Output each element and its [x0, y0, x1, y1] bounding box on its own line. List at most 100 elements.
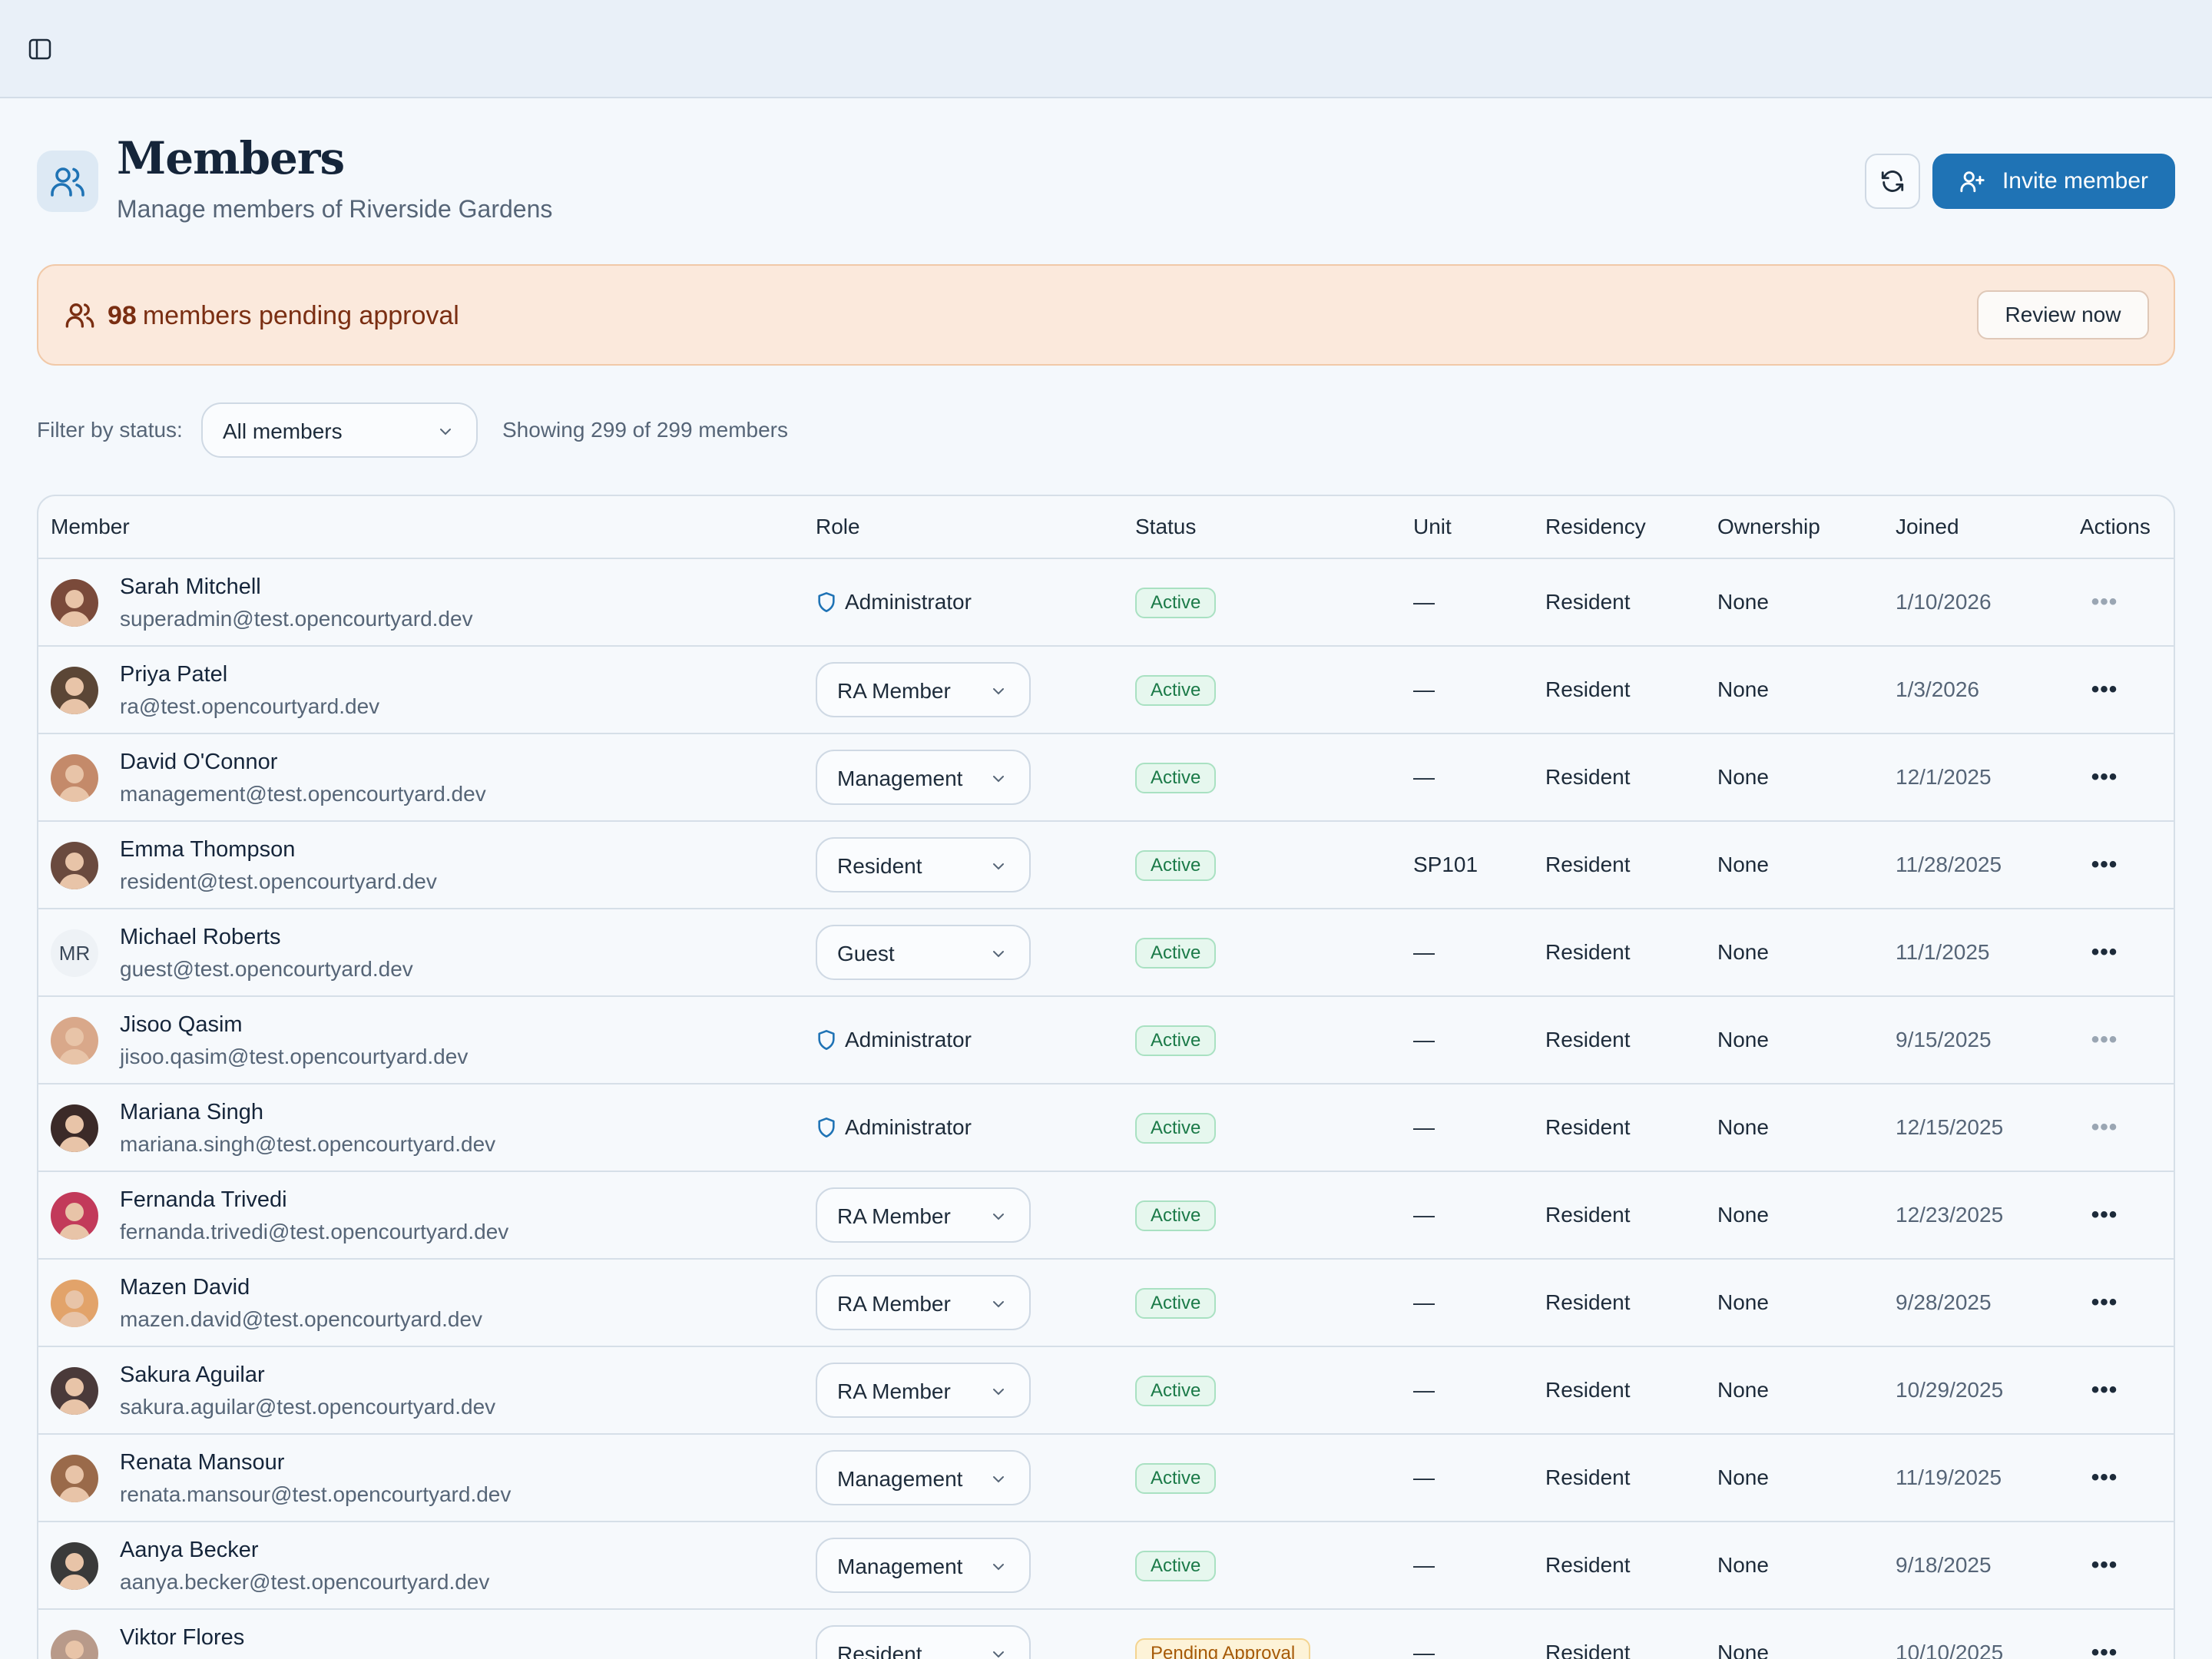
member-email: sakura.aguilar@test.opencourtyard.dev	[120, 1395, 496, 1419]
ownership-cell: None	[1717, 1203, 1769, 1227]
more-horizontal-icon[interactable]: •••	[2089, 1375, 2120, 1406]
status-badge: Active	[1135, 1376, 1217, 1406]
more-horizontal-icon[interactable]: •••	[2089, 1200, 2120, 1230]
status-badge: Active	[1135, 1463, 1217, 1494]
member-name: Renata Mansour	[120, 1450, 285, 1475]
member-name: Mariana Singh	[120, 1100, 263, 1124]
invite-member-button[interactable]: Invite member	[1932, 154, 2175, 209]
more-horizontal-icon[interactable]: •••	[2089, 587, 2120, 618]
chevron-down-icon	[993, 1214, 1004, 1220]
chevron-down-icon	[993, 688, 1004, 695]
role-select[interactable]: RA Member	[816, 1363, 1031, 1418]
shield-icon	[818, 1030, 835, 1050]
shield-icon	[818, 592, 835, 612]
unit-cell: —	[1413, 1290, 1435, 1314]
refresh-icon	[1881, 171, 1904, 192]
review-now-button[interactable]: Review now	[1977, 290, 2149, 339]
role-value: RA Member	[837, 679, 951, 703]
more-horizontal-icon[interactable]: •••	[2089, 849, 2120, 880]
table-row: Sakura Aguilar sakura.aguilar@test.openco…	[38, 1347, 2174, 1435]
joined-cell: 9/18/2025	[1896, 1553, 1992, 1577]
member-name: David O'Connor	[120, 750, 278, 774]
status-badge: Active	[1135, 1551, 1217, 1581]
unit-cell: —	[1413, 1028, 1435, 1051]
ownership-cell: None	[1717, 677, 1769, 701]
table-row: Fernanda Trivedi fernanda.trivedi@test.op…	[38, 1172, 2174, 1260]
member-email: mazen.david@test.opencourtyard.dev	[120, 1307, 483, 1331]
table-row: Sarah Mitchell superadmin@test.opencourty…	[38, 559, 2174, 647]
role-select[interactable]: Management	[816, 1450, 1031, 1505]
member-name: Sarah Mitchell	[120, 575, 261, 599]
member-email: mariana.singh@test.opencourtyard.dev	[120, 1132, 496, 1156]
role-value: Management	[837, 767, 963, 790]
column-residency: Residency	[1545, 515, 1646, 538]
member-name: Sakura Aguilar	[120, 1363, 265, 1387]
member-email: jisoo.qasim@test.opencourtyard.dev	[120, 1045, 469, 1068]
member-email: aanya.becker@test.opencourtyard.dev	[120, 1570, 490, 1594]
joined-cell: 10/29/2025	[1896, 1378, 2004, 1402]
more-horizontal-icon[interactable]: •••	[2089, 1462, 2120, 1493]
role-select[interactable]: RA Member	[816, 1275, 1031, 1330]
more-horizontal-icon[interactable]: •••	[2089, 1025, 2120, 1055]
status-filter-select[interactable]: All members	[201, 402, 478, 458]
avatar	[51, 579, 98, 627]
column-joined: Joined	[1896, 515, 1959, 538]
joined-cell: 12/23/2025	[1896, 1203, 2004, 1227]
page-title: Members	[117, 132, 345, 184]
unit-cell: —	[1413, 765, 1435, 789]
ownership-cell: None	[1717, 940, 1769, 964]
role-select[interactable]: RA Member	[816, 662, 1031, 717]
role-select[interactable]: Management	[816, 1538, 1031, 1593]
member-name: Michael Roberts	[120, 925, 281, 949]
ownership-cell: None	[1717, 1465, 1769, 1489]
member-email: ra@test.opencourtyard.dev	[120, 694, 380, 718]
role-select[interactable]: Management	[816, 750, 1031, 805]
role-select[interactable]: Resident	[816, 837, 1031, 892]
avatar	[51, 1630, 98, 1659]
chevron-down-icon	[993, 1564, 1004, 1571]
more-horizontal-icon[interactable]: •••	[2089, 1287, 2120, 1318]
more-horizontal-icon[interactable]: •••	[2089, 762, 2120, 793]
more-horizontal-icon[interactable]: •••	[2089, 1112, 2120, 1143]
avatar	[51, 1367, 98, 1415]
table-row: Mariana Singh mariana.singh@test.opencour…	[38, 1084, 2174, 1172]
table-row: MR Michael Roberts guest@test.opencourtyar…	[38, 909, 2174, 997]
showing-count: Showing 299 of 299 members	[502, 418, 788, 442]
avatar	[51, 1017, 98, 1065]
users-icon	[65, 300, 95, 334]
role-select[interactable]: RA Member	[816, 1187, 1031, 1243]
role-select[interactable]: Guest	[816, 925, 1031, 980]
unit-cell: —	[1413, 1641, 1435, 1659]
table-row: David O'Connor management@test.opencourty…	[38, 734, 2174, 822]
more-horizontal-icon[interactable]: •••	[2089, 937, 2120, 968]
unit-cell: —	[1413, 590, 1435, 614]
joined-cell: 1/3/2026	[1896, 677, 1979, 701]
role-select[interactable]: Resident	[816, 1625, 1031, 1659]
user-plus-icon	[1960, 171, 1985, 193]
avatar	[51, 1280, 98, 1327]
ownership-cell: None	[1717, 590, 1769, 614]
members-table: Member Role Status Unit Residency Owners…	[37, 495, 2175, 1659]
member-email: fernanda.trivedi@test.opencourtyard.dev	[120, 1220, 509, 1243]
unit-cell: —	[1413, 940, 1435, 964]
role-administrator: Administrator	[816, 590, 972, 614]
unit-cell: —	[1413, 1203, 1435, 1227]
refresh-button[interactable]	[1865, 154, 1920, 209]
joined-cell: 11/19/2025	[1896, 1465, 2002, 1489]
users-icon	[37, 151, 98, 212]
role-value: Management	[837, 1467, 963, 1491]
more-horizontal-icon[interactable]: •••	[2089, 674, 2120, 705]
member-name: Fernanda Trivedi	[120, 1187, 287, 1212]
status-badge: Active	[1135, 763, 1217, 793]
more-horizontal-icon[interactable]: •••	[2089, 1637, 2120, 1659]
role-administrator: Administrator	[816, 1115, 972, 1140]
sidebar-toggle-icon[interactable]	[23, 34, 57, 65]
ownership-cell: None	[1717, 1641, 1769, 1659]
avatar	[51, 1542, 98, 1590]
more-horizontal-icon[interactable]: •••	[2089, 1550, 2120, 1581]
chevron-down-icon	[993, 1389, 1004, 1396]
avatar	[51, 754, 98, 802]
status-badge: Active	[1135, 588, 1217, 618]
role-value: RA Member	[837, 1379, 951, 1403]
table-row: Aanya Becker aanya.becker@test.opencourty…	[38, 1522, 2174, 1610]
